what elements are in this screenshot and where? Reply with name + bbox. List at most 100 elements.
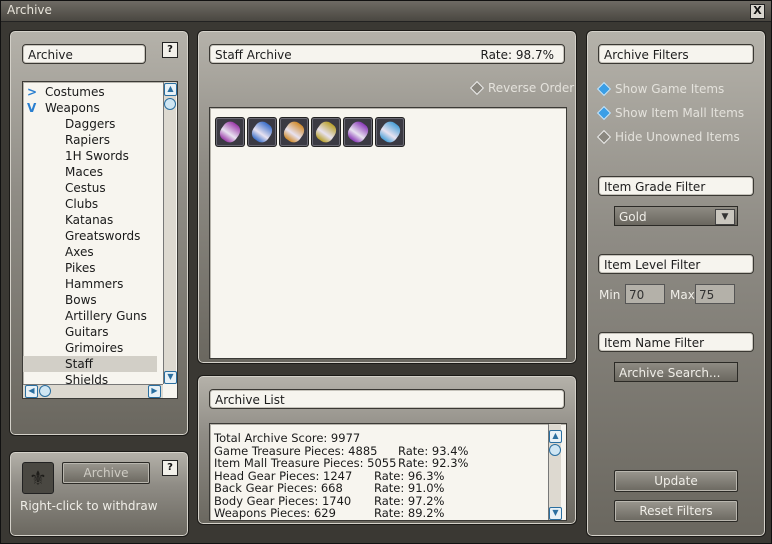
tree-item[interactable]: Hammers <box>23 276 157 292</box>
tree-category[interactable]: V Weapons <box>23 100 157 116</box>
tree-item[interactable]: Rapiers <box>23 132 157 148</box>
tree-item-label: Maces <box>65 165 103 179</box>
expand-chevron-icon[interactable]: > <box>27 84 45 100</box>
tree-item[interactable]: Axes <box>23 244 157 260</box>
grade-dropdown[interactable]: Gold ▼ <box>614 206 738 226</box>
unchecked-diamond-icon <box>596 129 612 144</box>
archive-list: Total Archive Score: 9977 Game Treasure P… <box>214 432 544 520</box>
filters-panel: Archive Filters Show Game Items Show Item… <box>586 30 766 537</box>
tree-item[interactable]: Cestus <box>23 180 157 196</box>
filter-option[interactable]: Hide Unowned Items <box>596 129 740 144</box>
archive-button[interactable]: Archive <box>62 462 150 484</box>
tree-item[interactable]: Daggers <box>23 116 157 132</box>
staff-archive-rate: Rate: 98.7% <box>480 48 555 62</box>
scroll-left-icon[interactable]: ◀ <box>25 385 38 398</box>
window-title: Archive <box>7 3 52 17</box>
filter-option-label: Show Game Items <box>615 82 725 96</box>
tree-item-label: Weapons <box>45 101 100 115</box>
staff-item-icon <box>248 118 276 146</box>
max-level-input[interactable]: 75 <box>695 284 735 304</box>
archive-list-header: Archive List <box>209 389 565 409</box>
staff-item-icon <box>376 118 404 146</box>
tree-item[interactable]: Maces <box>23 164 157 180</box>
tree-item[interactable]: Greatswords <box>23 228 157 244</box>
category-tree: > Costumes V Weapons Daggers Rapiers 1H Swords… <box>22 81 178 399</box>
staff-item-slot[interactable] <box>375 117 405 147</box>
grade-value: Gold <box>619 210 647 224</box>
tree-item[interactable]: Pikes <box>23 260 157 276</box>
archive-search-input[interactable]: Archive Search... <box>614 362 738 382</box>
chevron-down-icon[interactable]: ▼ <box>715 209 735 225</box>
scroll-thumb[interactable] <box>164 98 176 110</box>
update-button[interactable]: Update <box>614 470 738 492</box>
tree-item[interactable]: Grimoires <box>23 340 157 356</box>
archive-list-label: Weapons Pieces: 629 <box>214 506 336 520</box>
min-level-input[interactable]: 70 <box>625 284 665 304</box>
staff-item-icon <box>312 118 340 146</box>
list-scrollbar[interactable]: ▲ ▼ <box>548 424 562 520</box>
staff-archive-header: Staff Archive Rate: 98.7% <box>209 44 565 64</box>
staff-item-icon <box>216 118 244 146</box>
scroll-right-icon[interactable]: ▶ <box>148 385 161 398</box>
withdraw-panel: ⚜ Archive ? Right-click to withdraw <box>9 451 189 537</box>
name-filter-header: Item Name Filter <box>598 332 754 352</box>
withdraw-hint: Right-click to withdraw <box>20 499 158 513</box>
close-button[interactable]: X <box>750 4 765 19</box>
staff-item-icon <box>280 118 308 146</box>
archive-list-rate: Rate: 89.2% <box>374 506 445 520</box>
staff-item-slot[interactable] <box>215 117 245 147</box>
staff-archive-panel: Staff Archive Rate: 98.7% Reverse Order <box>197 30 577 364</box>
tree-scrollbar[interactable]: ▲ ▼ <box>163 82 177 384</box>
reset-filters-button[interactable]: Reset Filters <box>614 500 738 522</box>
tree-item-label: Guitars <box>65 325 109 339</box>
max-label: Max <box>670 288 695 302</box>
tree-item-label: Staff <box>65 357 93 371</box>
fleur-de-lis-icon: ⚜ <box>22 462 54 494</box>
item-grid <box>209 107 567 359</box>
title-bar[interactable]: Archive X <box>1 1 771 22</box>
tree-item[interactable]: Katanas <box>23 212 157 228</box>
list-scroll-thumb[interactable] <box>549 444 561 456</box>
category-help-button[interactable]: ? <box>162 42 178 58</box>
tree-item[interactable]: Guitars <box>23 324 157 340</box>
checked-diamond-icon <box>596 105 612 120</box>
archive-list-rate: Rate: 91.0% <box>374 481 445 495</box>
collapse-chevron-icon[interactable]: V <box>27 100 45 116</box>
reverse-order-icon <box>469 80 485 95</box>
tree-item[interactable]: Clubs <box>23 196 157 212</box>
min-label: Min <box>599 288 621 302</box>
filter-option[interactable]: Show Item Mall Items <box>596 105 744 120</box>
grade-filter-header: Item Grade Filter <box>598 176 754 196</box>
staff-item-slot[interactable] <box>247 117 277 147</box>
hscroll-thumb[interactable] <box>39 385 51 397</box>
list-scroll-down-icon[interactable]: ▼ <box>549 507 562 520</box>
tree-item[interactable]: 1H Swords <box>23 148 157 164</box>
staff-item-slot[interactable] <box>343 117 373 147</box>
tree-hscrollbar[interactable]: ◀ ▶ <box>23 384 163 398</box>
scroll-down-icon[interactable]: ▼ <box>164 371 177 384</box>
filters-header: Archive Filters <box>598 44 754 64</box>
archive-list-row: Weapons Pieces: 629 Rate: 89.2% <box>214 507 544 520</box>
tree-item-label: Clubs <box>65 197 99 211</box>
staff-item-slot[interactable] <box>279 117 309 147</box>
tree-item-label: Axes <box>65 245 94 259</box>
tree-item[interactable]: Bows <box>23 292 157 308</box>
tree-item[interactable]: Artillery Guns <box>23 308 157 324</box>
filter-option[interactable]: Show Game Items <box>596 81 725 96</box>
list-scroll-up-icon[interactable]: ▲ <box>549 430 562 443</box>
staff-item-slot[interactable] <box>311 117 341 147</box>
withdraw-help-button[interactable]: ? <box>162 460 178 476</box>
tree-item-label: Daggers <box>65 117 116 131</box>
category-panel: Archive ? > Costumes V Weapons Daggers Rapier… <box>9 30 189 436</box>
archive-list-panel: Archive List Total Archive Score: 9977 Ga… <box>197 375 577 525</box>
tree-item-label: Pikes <box>65 261 96 275</box>
tree-item-label: Rapiers <box>65 133 110 147</box>
tree-item-label: Cestus <box>65 181 106 195</box>
tree-item[interactable]: Staff <box>23 356 157 372</box>
scroll-up-icon[interactable]: ▲ <box>164 83 177 96</box>
tree-item-label: Costumes <box>45 85 105 99</box>
reverse-order-toggle[interactable]: Reverse Order <box>469 80 574 95</box>
tree-category[interactable]: > Costumes <box>23 84 157 100</box>
level-filter-header: Item Level Filter <box>598 254 754 274</box>
staff-item-icon <box>344 118 372 146</box>
